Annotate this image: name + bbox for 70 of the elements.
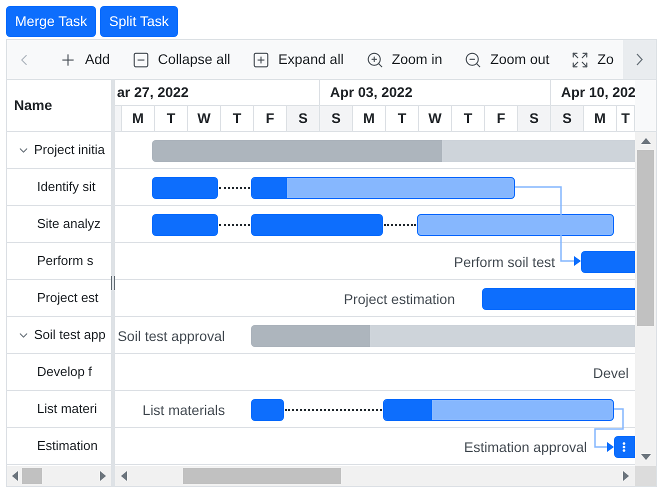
toolbar-item[interactable]: Collapse all — [132, 49, 230, 70]
scrollbar-thumb[interactable] — [183, 468, 341, 484]
day-cell: F — [485, 106, 518, 131]
task-bar[interactable] — [251, 399, 284, 421]
scroll-right-arrow[interactable] — [623, 471, 629, 481]
task-name: Develop f — [36, 363, 92, 382]
day-cell: W — [188, 106, 221, 131]
chevron-right-icon — [636, 53, 643, 66]
scrollbar-thumb[interactable] — [22, 468, 42, 484]
bar-label: Perform soil test — [454, 253, 555, 272]
toolbar-button[interactable]: Merge Task — [6, 6, 96, 37]
bar-label: Estimation approval — [464, 438, 587, 457]
scroll-left-arrow[interactable] — [12, 471, 18, 481]
bar-label: List materials — [142, 401, 225, 420]
day-cell: M — [584, 106, 617, 131]
toolbar-button[interactable]: Split Task — [100, 6, 178, 37]
day-cell: T — [452, 106, 485, 131]
zoom-out-icon — [464, 50, 482, 68]
day-cell: T — [221, 106, 254, 131]
task-name: Project initia — [34, 141, 105, 160]
bar-label: Soil test approval — [118, 327, 225, 346]
day-cell: T — [386, 106, 419, 131]
column-header: Name — [14, 96, 52, 115]
day-cell: S — [551, 106, 584, 131]
task-bar[interactable] — [417, 214, 614, 236]
scrollbar-thumb[interactable] — [637, 150, 654, 326]
day-cell: M — [353, 106, 386, 131]
vertical-scrollbar[interactable] — [635, 132, 656, 466]
dependency-arrow — [594, 408, 624, 452]
more-icon[interactable] — [622, 442, 626, 452]
task-name: Estimation — [36, 437, 98, 456]
day-cell: S — [518, 106, 551, 131]
task-name: List materi — [36, 400, 97, 418]
scroll-up-arrow[interactable] — [640, 138, 650, 144]
day-cell: S — [320, 106, 353, 131]
day-cell: W — [419, 106, 452, 131]
day-cell: S — [287, 106, 320, 131]
bar-label: Project estimation — [344, 290, 455, 309]
grip-icon[interactable] — [111, 276, 115, 290]
scroll-right-button[interactable] — [623, 40, 656, 79]
summary-bar[interactable] — [251, 325, 635, 347]
summary-bar[interactable] — [152, 140, 635, 162]
day-cell: T — [617, 106, 635, 131]
task-name: Site analyz — [36, 215, 101, 234]
horizontal-scrollbar[interactable] — [7, 466, 111, 486]
scroll-down-arrow[interactable] — [640, 454, 650, 460]
task-bar[interactable] — [383, 399, 614, 421]
toolbar-item[interactable]: Zoom in — [366, 49, 442, 70]
collapse-icon — [132, 50, 150, 68]
scroll-left-arrow[interactable] — [121, 471, 127, 481]
expand-icon — [252, 50, 270, 68]
task-name: Identify sit — [36, 178, 96, 196]
task-name: Project est — [36, 289, 98, 308]
task-name: Soil test app — [34, 326, 106, 344]
fit-icon — [571, 50, 590, 68]
toolbar-item[interactable]: Zoom out — [464, 49, 550, 70]
bar-label: Devel — [593, 364, 629, 383]
day-cell: T — [155, 106, 188, 131]
week-header-cell: Apr 03, 2022 — [320, 80, 551, 105]
toolbar-item[interactable]: Add — [59, 49, 110, 70]
toolbar-item[interactable]: Expand all — [252, 49, 344, 70]
scroll-right-arrow[interactable] — [100, 471, 106, 481]
zoom-in-icon — [366, 50, 384, 68]
task-bar[interactable] — [251, 177, 515, 199]
week-header-cell: ar 27, 2022 — [115, 80, 320, 105]
task-name: Perform s — [36, 252, 94, 270]
horizontal-scrollbar[interactable] — [115, 466, 635, 486]
day-cell: F — [254, 106, 287, 131]
day-cell: M — [122, 106, 155, 131]
toolbar-item[interactable]: Zo — [571, 49, 614, 70]
